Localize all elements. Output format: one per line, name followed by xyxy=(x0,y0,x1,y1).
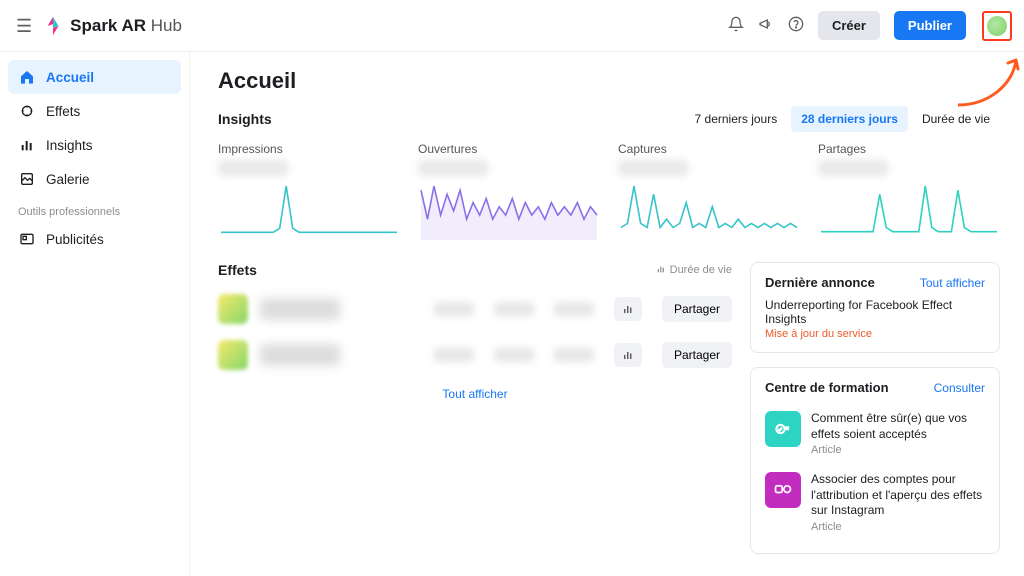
announcement-tag: Mise à jour du service xyxy=(765,328,985,340)
sidebar-item-home[interactable]: Accueil xyxy=(8,60,181,94)
effects-title: Effets xyxy=(218,262,257,278)
effect-share-button[interactable]: Partager xyxy=(662,296,732,322)
sidebar-item-label: Insights xyxy=(46,138,93,153)
account-avatar[interactable] xyxy=(982,11,1012,41)
sidebar-item-label: Effets xyxy=(46,104,80,119)
check-badge-icon xyxy=(765,411,801,447)
learning-item-title: Associer des comptes pour l'attribution … xyxy=(811,472,985,519)
bars-icon xyxy=(18,136,36,154)
effect-row[interactable]: Partager xyxy=(218,332,732,378)
link-accounts-icon xyxy=(765,472,801,508)
sidebar-item-effects[interactable]: Effets xyxy=(8,94,181,128)
sidebar-item-label: Galerie xyxy=(46,172,90,187)
help-icon[interactable] xyxy=(788,16,804,35)
insight-metric-label: Captures xyxy=(618,142,800,156)
sidebar-item-label: Publicités xyxy=(46,232,104,247)
sidebar: Accueil Effets Insights Galerie Outils p… xyxy=(0,52,190,576)
learning-item-subtitle: Article xyxy=(811,521,985,533)
effect-name-blurred xyxy=(260,344,340,366)
insight-metric-label: Impressions xyxy=(218,142,400,156)
menu-toggle-icon[interactable]: ☰ xyxy=(16,17,32,35)
insight-metric-label: Partages xyxy=(818,142,1000,156)
effects-lifetime-label: Durée de vie xyxy=(656,264,732,277)
insight-metric-label: Ouvertures xyxy=(418,142,600,156)
app-logo[interactable]: Spark AR Hub xyxy=(42,15,182,37)
learning-item[interactable]: Comment être sûr(e) que vos effets soien… xyxy=(765,403,985,464)
announcement-show-all-link[interactable]: Tout afficher xyxy=(920,276,985,290)
learning-item-subtitle: Article xyxy=(811,444,985,456)
effect-share-button[interactable]: Partager xyxy=(662,342,732,368)
ad-icon xyxy=(18,230,36,248)
range-option-28d[interactable]: 28 derniers jours xyxy=(791,106,908,132)
effect-name-blurred xyxy=(260,298,340,320)
page-title: Accueil xyxy=(218,68,1000,94)
sidebar-item-insights[interactable]: Insights xyxy=(8,128,181,162)
date-range-segmented: 7 derniers jours 28 derniers jours Durée… xyxy=(685,106,1000,132)
effect-thumbnail xyxy=(218,340,248,370)
insights-title: Insights xyxy=(218,111,272,127)
megaphone-icon[interactable] xyxy=(758,16,774,35)
sidebar-item-ads[interactable]: Publicités xyxy=(8,222,181,256)
insight-card[interactable]: Impressions xyxy=(218,142,400,242)
notifications-icon[interactable] xyxy=(728,16,744,35)
insight-card[interactable]: Captures xyxy=(618,142,800,242)
publish-button[interactable]: Publier xyxy=(894,11,966,40)
effects-show-all-link[interactable]: Tout afficher xyxy=(442,387,507,401)
insight-metric-value-blurred xyxy=(218,160,400,180)
app-name: Spark AR Hub xyxy=(70,16,182,36)
effect-row[interactable]: Partager xyxy=(218,286,732,332)
announcement-headline[interactable]: Underreporting for Facebook Effect Insig… xyxy=(765,298,985,326)
insight-card[interactable]: Partages xyxy=(818,142,1000,242)
main-content: Accueil Insights 7 derniers jours 28 der… xyxy=(190,52,1024,576)
gallery-icon xyxy=(18,170,36,188)
range-option-7d[interactable]: 7 derniers jours xyxy=(685,106,788,132)
learning-item[interactable]: Associer des comptes pour l'attribution … xyxy=(765,464,985,541)
effect-stats-button[interactable] xyxy=(614,297,642,321)
insight-metric-value-blurred xyxy=(618,160,800,180)
learning-card: Centre de formation Consulter Comment êt… xyxy=(750,367,1000,554)
learning-panel-title: Centre de formation xyxy=(765,380,889,395)
learning-item-title: Comment être sûr(e) que vos effets soien… xyxy=(811,411,985,442)
range-option-lifetime[interactable]: Durée de vie xyxy=(912,106,1000,132)
sidebar-item-label: Accueil xyxy=(46,70,94,85)
announcement-panel-title: Dernière annonce xyxy=(765,275,875,290)
insight-card[interactable]: Ouvertures xyxy=(418,142,600,242)
bars-mini-icon xyxy=(656,264,666,277)
create-button[interactable]: Créer xyxy=(818,11,880,40)
sparkles-icon xyxy=(18,102,36,120)
learning-cta-link[interactable]: Consulter xyxy=(934,381,985,395)
announcement-card: Dernière annonce Tout afficher Underrepo… xyxy=(750,262,1000,353)
spark-logo-icon xyxy=(42,15,64,37)
effect-stats-button[interactable] xyxy=(614,343,642,367)
sidebar-item-gallery[interactable]: Galerie xyxy=(8,162,181,196)
sidebar-section-label: Outils professionnels xyxy=(18,206,171,218)
effect-thumbnail xyxy=(218,294,248,324)
insight-metric-value-blurred xyxy=(818,160,1000,180)
insight-metric-value-blurred xyxy=(418,160,600,180)
home-icon xyxy=(18,68,36,86)
